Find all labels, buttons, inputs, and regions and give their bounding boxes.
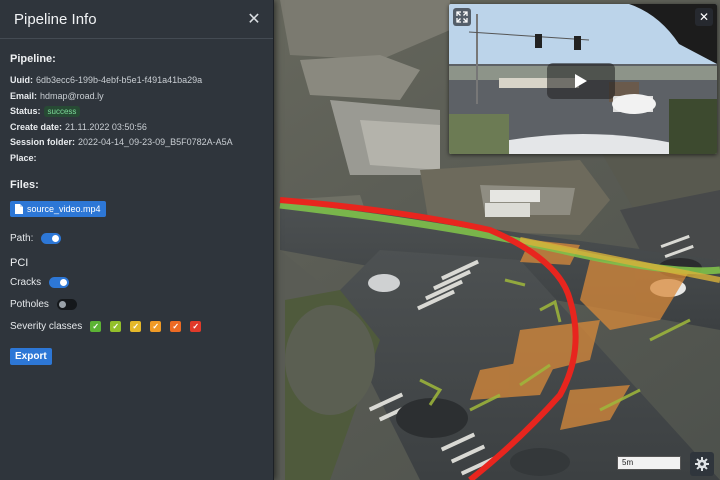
meta-label: Place: xyxy=(10,152,37,163)
severity-checkboxes: ✓ ✓ ✓ ✓ ✓ ✓ xyxy=(90,320,202,332)
file-link-source-video[interactable]: source_video.mp4 xyxy=(10,201,106,217)
cracks-toggle[interactable] xyxy=(49,276,70,288)
expand-glyph xyxy=(456,11,468,23)
meta-row-create-date: Create date: 21.11.2022 03:50:56 xyxy=(10,120,263,136)
video-preview[interactable]: ✕ xyxy=(449,4,717,154)
video-close-icon[interactable]: ✕ xyxy=(695,8,713,26)
file-name: source_video.mp4 xyxy=(27,204,101,214)
path-toggle[interactable] xyxy=(41,232,62,244)
meta-row-uuid: Uuid: 6db3ecc6-199b-4ebf-b5e1-f491a41ba29… xyxy=(10,73,263,89)
panel-title: Pipeline Info xyxy=(14,10,97,28)
files-heading: Files: xyxy=(10,179,39,191)
severity-label: Severity classes xyxy=(10,320,83,332)
play-glyph xyxy=(575,74,587,88)
map-scale-bar: 5m xyxy=(617,456,681,470)
severity-checkbox-1[interactable]: ✓ xyxy=(90,320,102,332)
meta-label: Uuid: xyxy=(10,75,33,85)
gear-icon xyxy=(695,457,709,471)
pci-heading: PCI xyxy=(10,257,29,269)
status-badge: success xyxy=(43,106,81,117)
meta-value: 6db3ecc6-199b-4ebf-b5e1-f491a41ba29a xyxy=(36,75,203,85)
severity-checkbox-5[interactable]: ✓ xyxy=(170,320,182,332)
meta-row-session-folder: Session folder: 2022-04-14_09-23-09_B5F07… xyxy=(10,135,263,151)
export-button[interactable]: Export xyxy=(10,348,52,365)
close-icon[interactable]: ✕ xyxy=(245,9,263,29)
pipeline-info-panel: Pipeline Info ✕ Pipeline: Uuid: 6db3ecc6-… xyxy=(0,0,274,480)
meta-label: Status: xyxy=(10,106,41,116)
meta-label: Create date: xyxy=(10,121,63,132)
meta-label: Session folder: xyxy=(10,137,76,147)
severity-row: Severity classes ✓ ✓ ✓ ✓ ✓ ✓ xyxy=(10,315,263,337)
file-icon xyxy=(15,204,23,214)
severity-checkbox-6[interactable]: ✓ xyxy=(190,320,202,332)
path-label: Path: xyxy=(10,232,34,244)
scale-label: 5m xyxy=(622,458,634,467)
play-icon[interactable] xyxy=(547,63,615,99)
meta-row-email: Email: hdmap@road.ly xyxy=(10,89,263,105)
potholes-label: Potholes xyxy=(10,298,49,310)
meta-row-status: Status: success xyxy=(10,104,263,120)
meta-value: 21.11.2022 03:50:56 xyxy=(65,121,147,132)
panel-header: Pipeline Info ✕ xyxy=(0,0,273,39)
cracks-label: Cracks xyxy=(10,276,42,288)
cracks-toggle-row: Cracks xyxy=(10,271,263,293)
severity-checkbox-2[interactable]: ✓ xyxy=(110,320,122,332)
pipeline-heading: Pipeline: xyxy=(10,53,56,65)
meta-value: 2022-04-14_09-23-09_B5F0782A-A5A xyxy=(78,137,233,147)
severity-checkbox-4[interactable]: ✓ xyxy=(150,320,162,332)
path-toggle-row: Path: xyxy=(10,227,263,249)
settings-icon[interactable] xyxy=(690,452,714,476)
severity-checkbox-3[interactable]: ✓ xyxy=(130,320,142,332)
meta-row-place: Place: xyxy=(10,151,263,167)
potholes-toggle-row: Potholes xyxy=(10,293,263,315)
expand-icon[interactable] xyxy=(453,8,471,26)
meta-value: hdmap@road.ly xyxy=(40,90,104,101)
meta-label: Email: xyxy=(10,90,38,101)
potholes-toggle[interactable] xyxy=(56,298,77,310)
